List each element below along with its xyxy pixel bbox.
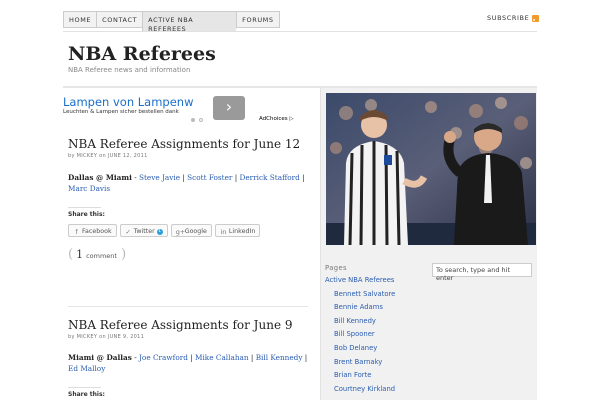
facebook-icon: f bbox=[75, 227, 78, 236]
ref-link[interactable]: Derrick Stafford bbox=[239, 173, 299, 182]
divider bbox=[68, 207, 101, 208]
search-input[interactable]: To search, type and hit enter bbox=[432, 263, 532, 282]
share-linkedin-button[interactable]: in LinkedIn bbox=[214, 224, 261, 237]
ad-text[interactable]: Leuchten & Lampen sicher bestellen dank bbox=[63, 109, 179, 115]
linkedin-icon: in bbox=[220, 227, 227, 236]
page-link-active-nba-referees[interactable]: Active NBA Referees bbox=[325, 276, 394, 284]
post-meta-by: by bbox=[68, 153, 75, 159]
post-title[interactable]: NBA Referee Assignments for June 12 bbox=[68, 137, 300, 151]
ref-link[interactable]: Steve Javie bbox=[139, 173, 180, 182]
post-meta-by: by bbox=[68, 334, 75, 340]
post-author[interactable]: Mickey bbox=[77, 153, 98, 159]
pages-heading: Pages bbox=[325, 264, 347, 272]
share-facebook-label: Facebook bbox=[82, 228, 112, 235]
post-meta: by Mickey on June 12, 2011 bbox=[68, 153, 148, 159]
featured-photo[interactable] bbox=[326, 93, 536, 245]
post-author[interactable]: Mickey bbox=[77, 334, 98, 340]
share-buttons: f Facebook ✓ Twitter 1 g+ Google in Link… bbox=[68, 224, 261, 237]
ref-link[interactable]: Ed Malloy bbox=[68, 364, 105, 373]
nav-tab-active-nba-referees[interactable]: Active NBA Referees bbox=[142, 11, 237, 33]
ref-link[interactable]: Mike Callahan bbox=[195, 353, 249, 362]
game-label: Dallas @ Miami bbox=[68, 173, 132, 182]
share-twitter-button[interactable]: ✓ Twitter 1 bbox=[119, 224, 168, 237]
post-date: June 9, 2011 bbox=[107, 334, 145, 340]
comments-label: comment bbox=[86, 252, 117, 260]
site-description: NBA Referee news and information bbox=[68, 66, 191, 74]
pages-list: Active NBA Referees Bennett Salvatore Be… bbox=[325, 276, 395, 398]
divider bbox=[68, 387, 101, 388]
pages-list-item: Brent Barnaky bbox=[325, 358, 395, 372]
pages-list-item: Bill Spooner bbox=[325, 330, 395, 344]
ref-link[interactable]: Scott Foster bbox=[187, 173, 232, 182]
share-linkedin-label: LinkedIn bbox=[228, 228, 256, 235]
divider bbox=[63, 31, 537, 32]
pages-list-item: Bennett Salvatore bbox=[325, 290, 395, 304]
subscribe-link[interactable]: SUBSCRIBE bbox=[487, 14, 540, 22]
page-link[interactable]: Bill Kennedy bbox=[334, 317, 376, 325]
share-google-button[interactable]: g+ Google bbox=[170, 224, 212, 237]
pages-list-item: Active NBA Referees bbox=[325, 276, 395, 290]
top-nav: Home Contact Active NBA Referees Forums bbox=[63, 11, 280, 33]
page-link[interactable]: Brent Barnaky bbox=[334, 358, 382, 366]
comments-link[interactable]: (1 comment ) bbox=[68, 243, 126, 262]
pages-list-item: Bill Kennedy bbox=[325, 317, 395, 331]
post-meta: by Mickey on June 9, 2011 bbox=[68, 334, 144, 340]
post-body: Miami @ Dallas - Joe Crawford | Mike Cal… bbox=[68, 353, 308, 373]
share-facebook-button[interactable]: f Facebook bbox=[68, 224, 117, 237]
ad-banner[interactable]: Lampen von Lampenw Leuchten & Lampen sic… bbox=[63, 93, 307, 125]
rss-icon bbox=[532, 14, 540, 22]
ref-link[interactable]: Marc Davis bbox=[68, 184, 110, 193]
post-meta-on: on bbox=[99, 153, 106, 159]
adchoices-icon: ▷ bbox=[289, 116, 294, 122]
post-body: Dallas @ Miami - Steve Javie | Scott Fos… bbox=[68, 173, 305, 193]
ad-dot[interactable] bbox=[199, 118, 203, 122]
paren-left-icon: ( bbox=[68, 247, 74, 262]
pages-list-item: Bennie Adams bbox=[325, 303, 395, 317]
twitter-count-badge: 1 bbox=[156, 228, 163, 235]
post-title[interactable]: NBA Referee Assignments for June 9 bbox=[68, 318, 293, 332]
page-link[interactable]: Courtney Kirkland bbox=[334, 385, 395, 393]
page-link[interactable]: Bennie Adams bbox=[334, 303, 383, 311]
share-label: Share this: bbox=[68, 211, 105, 218]
twitter-icon: ✓ bbox=[125, 227, 131, 236]
page-link[interactable]: Bill Spooner bbox=[334, 330, 375, 338]
subscribe-label: SUBSCRIBE bbox=[487, 14, 530, 22]
dash: - bbox=[131, 353, 139, 362]
post-date: June 12, 2011 bbox=[107, 153, 148, 159]
ref-link[interactable]: Joe Crawford bbox=[139, 353, 188, 362]
pages-list-item: Brian Forte bbox=[325, 371, 395, 385]
paren-right-icon: ) bbox=[116, 247, 127, 262]
comments-count: 1 bbox=[76, 248, 84, 261]
share-twitter-label: Twitter bbox=[133, 228, 155, 235]
adchoices-link[interactable]: AdChoices ▷ bbox=[259, 116, 294, 122]
game-label: Miami @ Dallas bbox=[68, 353, 132, 362]
share-google-label: Google bbox=[184, 228, 207, 235]
google-plus-icon: g+ bbox=[175, 227, 186, 236]
share-label: Share this: bbox=[68, 391, 105, 398]
ref-link[interactable]: Bill Kennedy bbox=[256, 353, 303, 362]
nav-tab-contact[interactable]: Contact bbox=[96, 11, 143, 28]
page-link[interactable]: Bennett Salvatore bbox=[334, 290, 395, 298]
nav-tab-home[interactable]: Home bbox=[63, 11, 97, 28]
ad-dot-active[interactable] bbox=[191, 118, 195, 122]
ad-title[interactable]: Lampen von Lampenw bbox=[63, 95, 213, 109]
post-divider bbox=[68, 306, 308, 307]
pages-list-item: Bob Delaney bbox=[325, 344, 395, 358]
dash: - bbox=[131, 173, 139, 182]
nav-tab-forums[interactable]: Forums bbox=[236, 11, 280, 28]
page-link[interactable]: Bob Delaney bbox=[334, 344, 377, 352]
post-meta-on: on bbox=[99, 334, 106, 340]
site-title[interactable]: NBA Referees bbox=[68, 43, 216, 65]
page-link[interactable]: Brian Forte bbox=[334, 371, 371, 379]
ad-pager bbox=[191, 118, 203, 122]
ad-next-button[interactable]: › bbox=[213, 96, 245, 120]
pages-list-item: Courtney Kirkland bbox=[325, 385, 395, 399]
adchoices-label: AdChoices bbox=[259, 116, 288, 122]
